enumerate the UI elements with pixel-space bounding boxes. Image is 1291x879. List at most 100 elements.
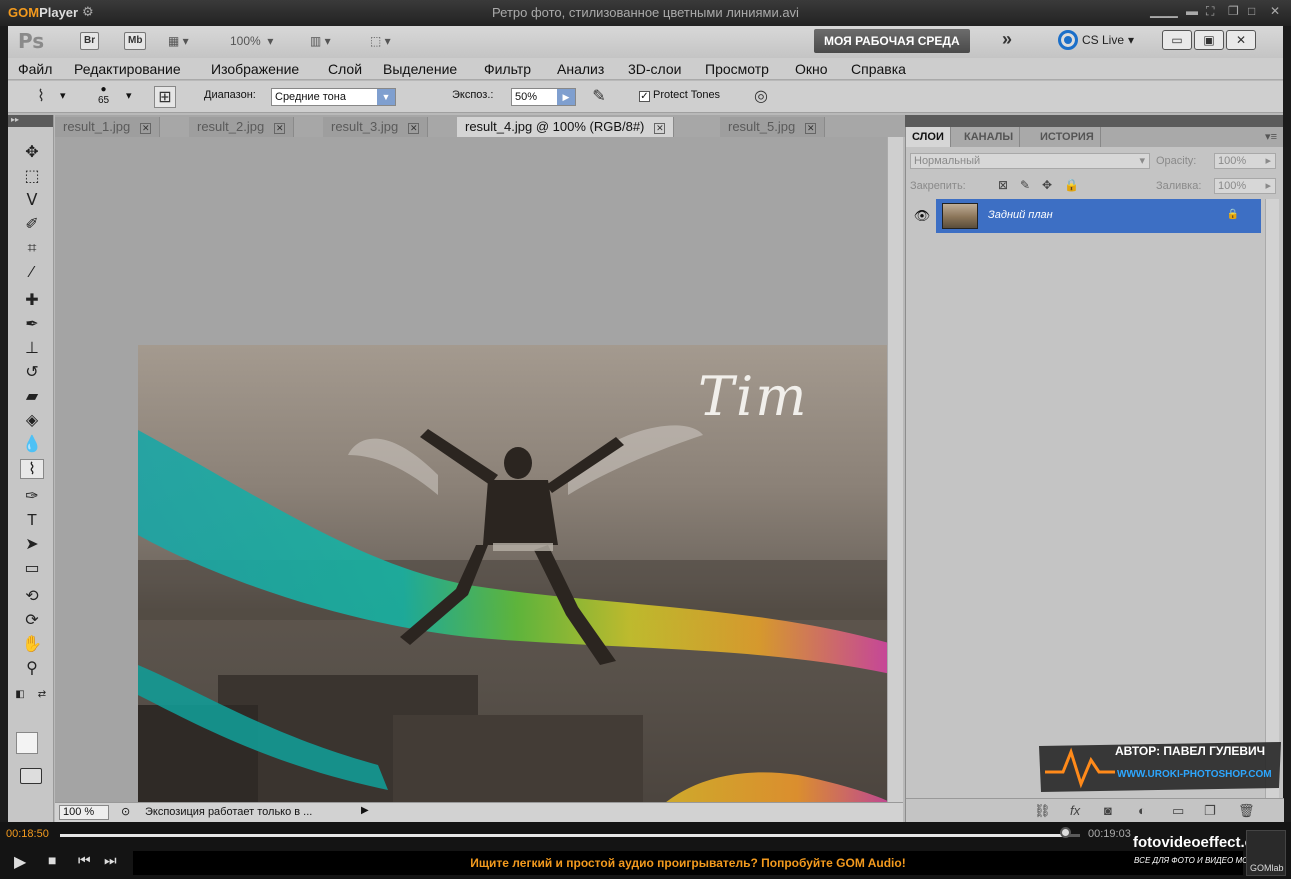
- ps-minimize-icon[interactable]: ▭: [1162, 30, 1192, 50]
- tab-result-1[interactable]: result_1.jpg ✕: [55, 117, 161, 137]
- minimize-icon[interactable]: ▬: [1186, 4, 1198, 18]
- quick-selection-tool-icon[interactable]: ✐: [20, 215, 44, 235]
- foreground-color-swatch[interactable]: [16, 732, 38, 754]
- zoom-level-dropdown[interactable]: 100% ▾: [230, 30, 273, 52]
- crop-tool-icon[interactable]: ⌗: [20, 239, 44, 259]
- cs-live-dropdown[interactable]: CS Live ▾: [1058, 30, 1134, 50]
- tab-result-5[interactable]: result_5.jpg ✕: [720, 117, 826, 137]
- trash-icon[interactable]: 🗑: [1238, 803, 1255, 819]
- clone-stamp-tool-icon[interactable]: ⊥: [20, 339, 44, 359]
- brush-preset-picker[interactable]: ● 65: [98, 84, 109, 106]
- tab-result-3[interactable]: result_3.jpg ✕: [323, 117, 429, 137]
- stop-icon[interactable]: ■: [48, 852, 56, 868]
- menu-image[interactable]: Изображение: [211, 61, 299, 77]
- more-workspaces-icon[interactable]: »: [1002, 29, 1012, 50]
- range-select[interactable]: Средние тона ▼: [271, 88, 396, 106]
- bridge-button[interactable]: Br: [80, 32, 100, 50]
- tab-layers[interactable]: СЛОИ: [906, 127, 951, 147]
- menu-layer[interactable]: Слой: [328, 61, 362, 77]
- menu-3d[interactable]: 3D-слои: [628, 61, 682, 77]
- promo-marquee[interactable]: Ищите легкий и простой аудио проигрывате…: [133, 851, 1243, 875]
- close-icon[interactable]: ✕: [654, 123, 666, 134]
- new-layer-icon[interactable]: ❐: [1204, 803, 1216, 819]
- workspace-button[interactable]: МОЯ РАБОЧАЯ СРЕДА: [814, 29, 970, 53]
- menu-analysis[interactable]: Анализ: [557, 61, 604, 77]
- airbrush-icon[interactable]: ✎: [588, 86, 610, 108]
- brush-tool-icon[interactable]: ✒: [20, 315, 44, 335]
- menu-edit[interactable]: Редактирование: [74, 61, 181, 77]
- hand-tool-icon[interactable]: ✋: [20, 635, 44, 655]
- previous-icon[interactable]: ⏮: [78, 852, 91, 869]
- ps-restore-icon[interactable]: ▣: [1194, 30, 1224, 50]
- fx-icon[interactable]: fx: [1070, 803, 1080, 818]
- lasso-tool-icon[interactable]: ᐯ: [20, 191, 44, 211]
- lock-position-icon[interactable]: ✥: [1042, 178, 1052, 192]
- play-icon[interactable]: ▶: [14, 852, 26, 872]
- tab-history[interactable]: ИСТОРИЯ: [1034, 127, 1101, 147]
- tool-preset-arrow-icon[interactable]: ▾: [60, 89, 66, 102]
- lock-transparent-icon[interactable]: ⊠: [998, 178, 1008, 192]
- sponge-tool-icon[interactable]: ⌇: [20, 459, 44, 479]
- menu-select[interactable]: Выделение: [383, 61, 457, 77]
- paint-bucket-tool-icon[interactable]: ◈: [20, 411, 44, 431]
- canvas-vertical-scrollbar[interactable]: [887, 137, 903, 802]
- layer-row-background[interactable]: Задний план 🔒: [936, 199, 1261, 233]
- default-colors-icon[interactable]: ◧: [12, 685, 28, 705]
- document-image[interactable]: Tim: [138, 345, 896, 819]
- adjustment-layer-icon[interactable]: ◐: [1138, 803, 1146, 818]
- menu-view[interactable]: Просмотр: [705, 61, 769, 77]
- protect-tones-checkbox[interactable]: ✓ Protect Tones: [639, 89, 720, 102]
- pressure-size-icon[interactable]: ◎: [750, 86, 772, 108]
- link-layers-icon[interactable]: ⛓: [1034, 803, 1051, 819]
- type-tool-icon[interactable]: T: [20, 511, 44, 531]
- eye-icon[interactable]: 👁: [910, 199, 934, 233]
- pen-tool-icon[interactable]: ✑: [20, 487, 44, 507]
- new-group-icon[interactable]: ▭: [1172, 803, 1184, 819]
- brush-arrow-icon[interactable]: ▾: [126, 89, 132, 102]
- fill-input[interactable]: 100% ▸: [1214, 178, 1276, 194]
- restore-icon[interactable]: ❐: [1228, 4, 1239, 18]
- close-icon[interactable]: ✕: [274, 123, 286, 134]
- sponge-tool-preset-icon[interactable]: ⌇: [30, 86, 52, 108]
- arrange-documents-dropdown[interactable]: ▥ ▾: [310, 30, 331, 52]
- quick-mask-icon[interactable]: [20, 768, 42, 784]
- gomlab-button[interactable]: GOMlab: [1246, 830, 1286, 876]
- close-icon[interactable]: ✕: [408, 123, 420, 134]
- document-canvas[interactable]: Tim: [55, 137, 896, 819]
- 3d-rotate-tool-icon[interactable]: ⟲: [20, 587, 44, 607]
- screen-mode-dropdown[interactable]: ⬚ ▾: [370, 30, 391, 52]
- status-arrow-icon[interactable]: ▶: [361, 805, 369, 816]
- 3d-orbit-tool-icon[interactable]: ⟳: [20, 611, 44, 631]
- opacity-input[interactable]: 100% ▸: [1214, 153, 1276, 169]
- move-tool-icon[interactable]: ✥: [20, 143, 44, 163]
- layers-scrollbar[interactable]: [1265, 199, 1279, 799]
- tab-result-2[interactable]: result_2.jpg ✕: [189, 117, 295, 137]
- eraser-tool-icon[interactable]: ▰: [20, 387, 44, 407]
- close-icon[interactable]: ✕: [140, 123, 152, 134]
- menu-window[interactable]: Окно: [795, 61, 828, 77]
- marquee-tool-icon[interactable]: ⬚: [20, 167, 44, 187]
- panel-dock-header[interactable]: [905, 115, 1283, 127]
- history-brush-tool-icon[interactable]: ↺: [20, 363, 44, 383]
- close-icon[interactable]: ✕: [1270, 4, 1280, 18]
- exposure-input[interactable]: 50% ▶: [511, 88, 576, 106]
- zoom-tool-icon[interactable]: ⚲: [20, 659, 44, 679]
- close-icon[interactable]: ✕: [805, 123, 817, 134]
- minimize-bar-icon[interactable]: ▁▁▁: [1150, 4, 1178, 18]
- fullscreen-icon[interactable]: ⛶: [1206, 4, 1214, 19]
- ps-close-icon[interactable]: ✕: [1226, 30, 1256, 50]
- brush-panel-icon[interactable]: ⊞: [154, 86, 176, 108]
- lock-all-icon[interactable]: 🔒: [1064, 178, 1079, 192]
- menu-help[interactable]: Справка: [851, 61, 906, 77]
- seek-handle[interactable]: [1060, 827, 1071, 838]
- status-zoom-input[interactable]: 100 %: [59, 805, 109, 820]
- menu-filter[interactable]: Фильтр: [484, 61, 531, 77]
- seek-bar[interactable]: [60, 834, 1080, 837]
- shape-tool-icon[interactable]: ▭: [20, 559, 44, 579]
- path-selection-tool-icon[interactable]: ➤: [20, 535, 44, 555]
- lock-image-icon[interactable]: ✎: [1020, 178, 1030, 192]
- view-extras-dropdown[interactable]: ▦ ▾: [168, 30, 189, 52]
- healing-brush-tool-icon[interactable]: ✚: [20, 291, 44, 311]
- tab-result-4[interactable]: result_4.jpg @ 100% (RGB/8#) ✕: [457, 117, 675, 137]
- blur-tool-icon[interactable]: 💧: [20, 435, 44, 455]
